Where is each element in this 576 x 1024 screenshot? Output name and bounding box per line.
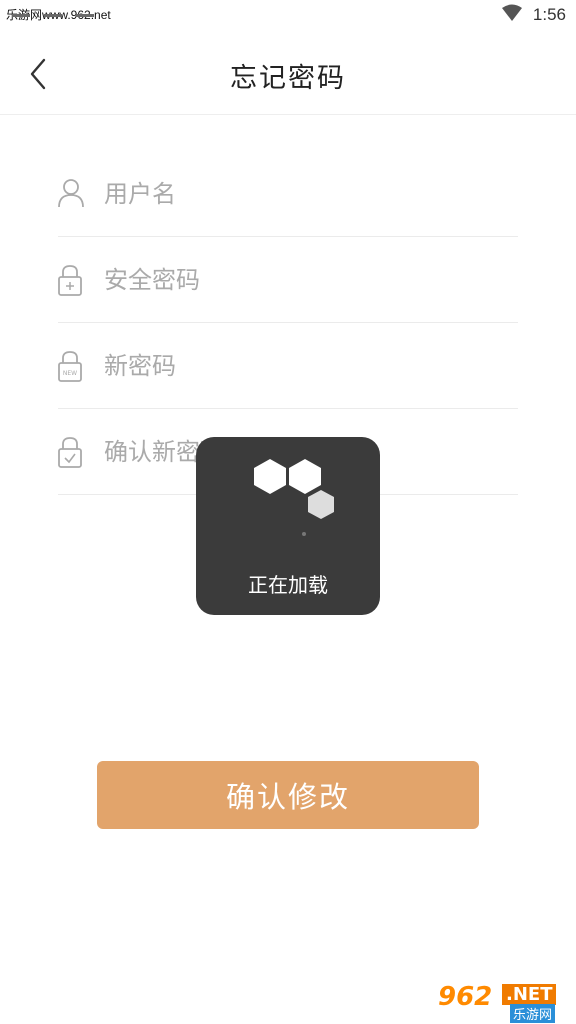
security-password-input[interactable] [104, 260, 504, 300]
new-password-row: NEW [58, 324, 518, 409]
status-time: 1:56 [532, 5, 566, 24]
header: 忘记密码 [0, 30, 576, 115]
confirm-change-button[interactable]: 确认修改 [97, 761, 479, 829]
new-password-input[interactable] [104, 346, 504, 386]
username-row [58, 152, 518, 237]
loading-text: 正在加载 [248, 573, 328, 597]
status-bar: 乐游网www.962.net 1:56 [0, 0, 576, 30]
svg-text:NEW: NEW [63, 370, 77, 377]
loading-spinner-icon [254, 459, 334, 536]
watermark-cn: 乐游网 [510, 1004, 556, 1023]
security-password-row [58, 238, 518, 323]
wifi-icon [501, 4, 523, 26]
username-input[interactable] [104, 174, 504, 214]
watermark-number: 962 [438, 982, 493, 1012]
lock-check-icon [58, 436, 82, 468]
lock-plus-icon [58, 264, 82, 296]
page-title: 忘记密码 [230, 63, 346, 94]
loading-toast: 正在加载 [196, 437, 380, 615]
watermark-logo: 962 .NET 乐游网 [438, 982, 570, 1023]
lock-new-icon: NEW [58, 350, 82, 382]
user-icon [58, 178, 84, 208]
watermark-net: .NET [502, 984, 557, 1005]
status-right: 1:56 [501, 4, 566, 26]
